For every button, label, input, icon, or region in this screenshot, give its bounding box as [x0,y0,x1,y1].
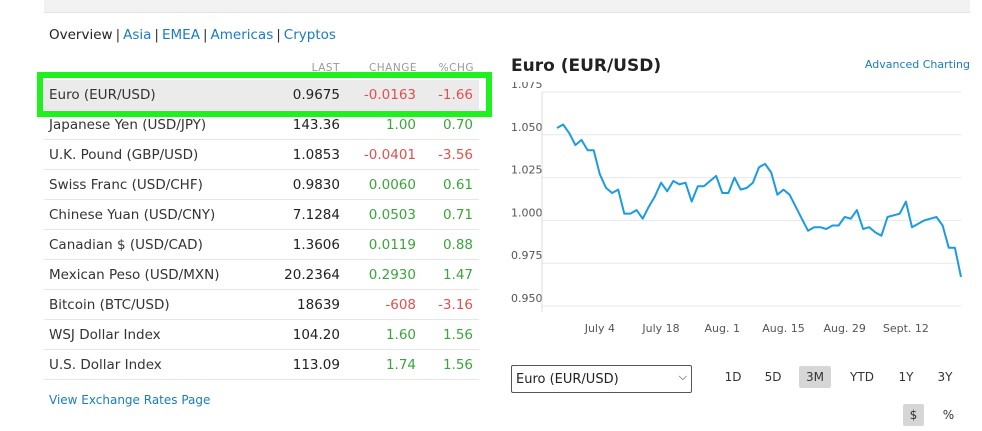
pct-change-value: 1.47 [442,267,473,283]
tab-asia[interactable]: Asia [123,27,151,43]
instrument-name[interactable]: Swiss Franc (USD/CHF) [49,177,203,193]
instrument-name[interactable]: Euro (EUR/USD) [49,87,156,103]
x-tick-label: Aug. 1 [705,322,740,335]
instrument-name[interactable]: Bitcoin (BTC/USD) [49,297,170,313]
change-value: 0.0060 [368,177,416,193]
change-value: -0.0163 [363,87,416,103]
currency-select[interactable]: Euro (EUR/USD) ⌵ [511,365,692,393]
change-value: -0.0401 [363,147,416,163]
instrument-name[interactable]: Mexican Peso (USD/MXN) [49,267,219,283]
pct-change-value: 1.56 [442,357,473,373]
tab-separator: | [276,27,281,43]
change-value: 0.0119 [368,237,416,253]
instrument-name[interactable]: U.S. Dollar Index [49,357,162,373]
table-row[interactable]: Canadian $ (USD/CAD) 1.3606 0.0119 0.88 [44,230,479,260]
pct-change-value: 0.71 [442,207,473,223]
last-value: 104.20 [292,327,340,343]
last-value: 0.9675 [292,87,340,103]
table-row[interactable]: U.K. Pound (GBP/USD) 1.0853 -0.0401 -3.56 [44,140,479,170]
table-row[interactable]: Japanese Yen (USD/JPY) 143.36 1.00 0.70 [44,110,479,140]
pct-change-value: -1.66 [438,87,473,103]
column-header-change: CHANGE [368,62,417,74]
chart-title: Euro (EUR/USD) [511,56,662,76]
y-tick-label: 1.025 [511,164,543,177]
column-header-pct-change: %CHG [438,62,474,74]
tab-emea[interactable]: EMEA [162,27,200,43]
dollar-unit-button[interactable]: $ [903,404,924,426]
pct-change-value: 0.61 [442,177,473,193]
change-value: 1.60 [385,327,416,343]
view-exchange-rates-link[interactable]: View Exchange Rates Page [49,393,210,407]
tab-separator: | [115,27,121,43]
advanced-charting-link[interactable]: Advanced Charting [865,58,970,71]
change-value: 1.74 [385,357,416,373]
range-button-1y[interactable]: 1Y [895,366,917,388]
table-row[interactable]: Swiss Franc (USD/CHF) 0.9830 0.0060 0.61 [44,170,479,200]
top-strip [44,0,970,13]
tab-overview[interactable]: Overview [49,27,113,43]
instrument-name[interactable]: WSJ Dollar Index [49,327,161,343]
last-value: 18639 [297,297,340,313]
y-tick-label: 0.975 [511,249,543,262]
table-row[interactable]: WSJ Dollar Index 104.20 1.60 1.56 [44,320,479,350]
last-value: 20.2364 [284,267,340,283]
currency-select-value: Euro (EUR/USD) [516,372,619,387]
rates-table: Euro (EUR/USD) 0.9675 -0.0163 -1.66 Japanese… [44,80,479,380]
change-value: 0.2930 [368,267,416,283]
range-button-3y[interactable]: 3Y [934,366,956,388]
range-button-1d[interactable]: 1D [722,366,744,388]
series-line [556,123,962,278]
x-tick-label: Aug. 15 [762,322,804,335]
change-value: -608 [385,297,416,313]
table-row[interactable]: Bitcoin (BTC/USD) 18639 -608 -3.16 [44,290,479,320]
chevron-down-icon: ⌵ [678,370,687,383]
change-value: 0.0503 [368,207,416,223]
x-tick-label: July 4 [584,322,615,335]
range-button-5d[interactable]: 5D [762,366,784,388]
last-value: 143.36 [292,117,340,133]
tab-americas[interactable]: Americas [211,27,274,43]
tab-separator: | [202,27,208,43]
last-value: 7.1284 [292,207,340,223]
y-tick-label: 0.950 [511,292,543,305]
pct-change-value: -3.16 [438,297,473,313]
y-tick-label: 1.000 [511,206,543,219]
last-value: 1.3606 [292,237,340,253]
pct-change-value: 0.70 [442,117,473,133]
last-value: 0.9830 [292,177,340,193]
last-value: 1.0853 [292,147,340,163]
percent-unit-button[interactable]: % [938,404,959,426]
table-row[interactable]: Mexican Peso (USD/MXN) 20.2364 0.2930 1.47 [44,260,479,290]
pct-change-value: 0.88 [442,237,473,253]
x-tick-label: July 18 [641,322,679,335]
x-tick-label: Aug. 29 [823,322,865,335]
last-value: 113.09 [292,357,340,373]
pct-change-value: 1.56 [442,327,473,343]
range-button-3m[interactable]: 3M [799,366,831,388]
table-row[interactable]: Chinese Yuan (USD/CNY) 7.1284 0.0503 0.71 [44,200,479,230]
table-row[interactable]: U.S. Dollar Index 113.09 1.74 1.56 [44,350,479,380]
column-header-last: LAST [311,62,340,74]
instrument-name[interactable]: Canadian $ (USD/CAD) [49,237,203,253]
price-chart: 1.075 1.050 1.025 1.000 0.975 0.950 July 4 July… [511,82,962,335]
tab-cryptos[interactable]: Cryptos [284,27,336,43]
region-tabs: Overview | Asia | EMEA | Americas | Cryptos [49,27,336,43]
table-row[interactable]: Euro (EUR/USD) 0.9675 -0.0163 -1.66 [44,80,479,110]
x-tick-label: Sept. 12 [883,322,929,335]
instrument-name[interactable]: U.K. Pound (GBP/USD) [49,147,198,163]
instrument-name[interactable]: Chinese Yuan (USD/CNY) [49,207,215,223]
pct-change-value: -3.56 [438,147,473,163]
y-tick-label: 1.075 [511,82,543,91]
tab-separator: | [154,27,159,43]
instrument-name[interactable]: Japanese Yen (USD/JPY) [49,117,206,133]
change-value: 1.00 [385,117,416,133]
y-tick-label: 1.050 [511,121,543,134]
range-button-ytd[interactable]: YTD [846,366,878,388]
